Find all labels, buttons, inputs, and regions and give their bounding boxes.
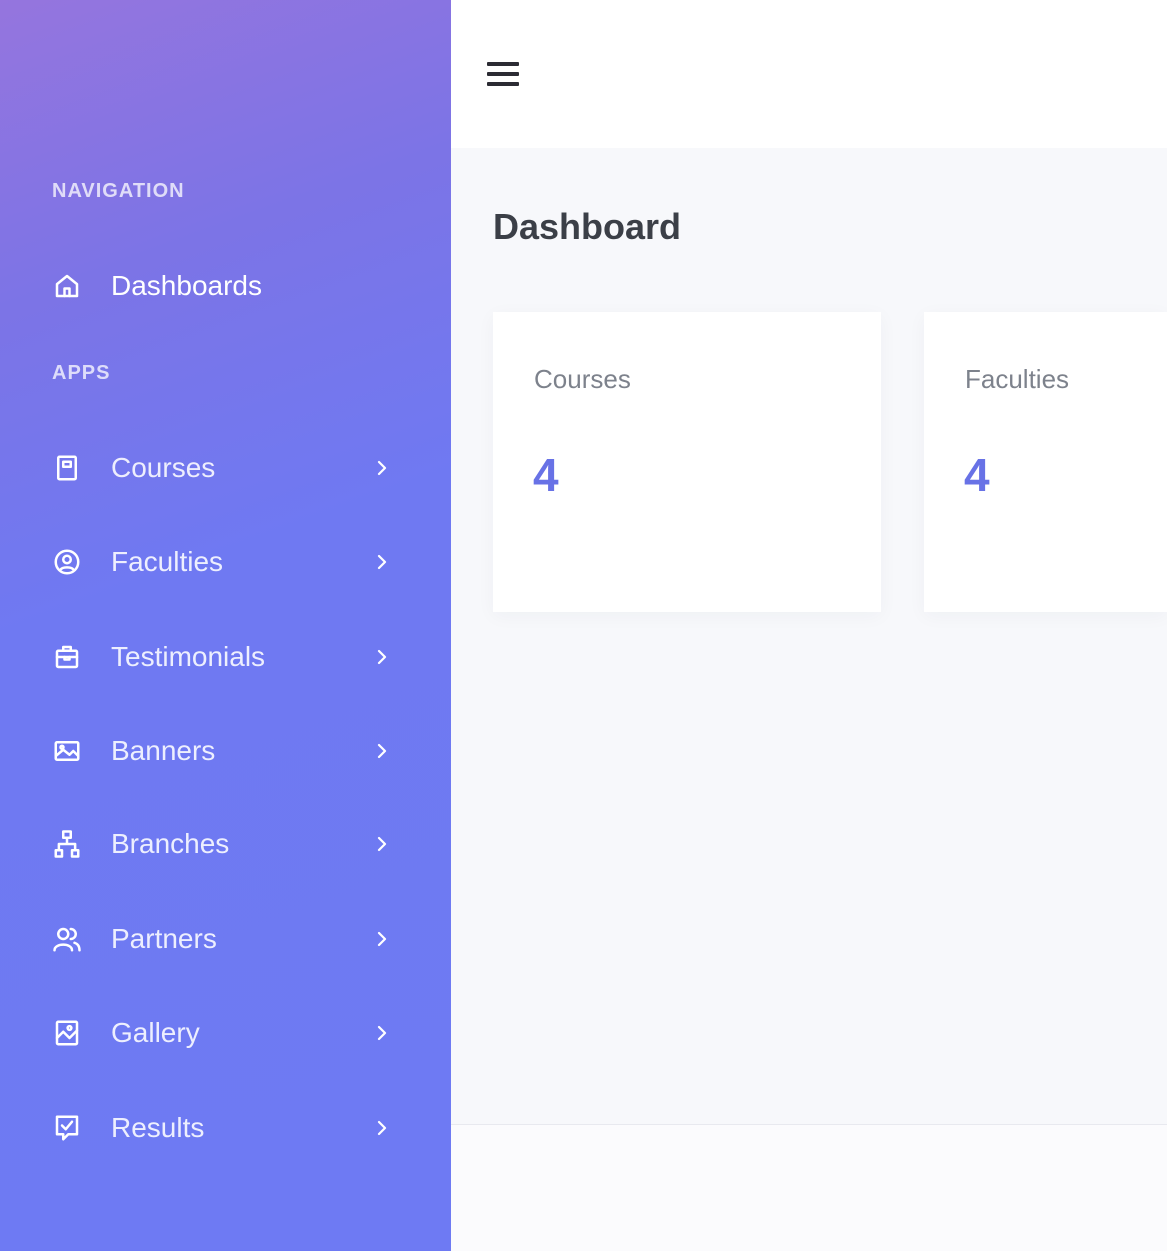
- sidebar-item-gallery[interactable]: Gallery: [0, 1003, 451, 1063]
- sidebar-item-courses[interactable]: Courses: [0, 438, 451, 498]
- sidebar-item-label: Faculties: [111, 546, 224, 577]
- check-square-icon: [50, 1111, 84, 1145]
- sidebar-item-branches[interactable]: Branches: [0, 814, 451, 874]
- sidebar-item-label: Testimonials: [111, 641, 266, 672]
- sidebar: NAVIGATION Dashboards APPS Courses Facul…: [0, 0, 451, 1251]
- chevron-right-icon: [372, 741, 392, 761]
- top-bar: [451, 0, 1167, 148]
- card-value: 4: [964, 449, 990, 501]
- chevron-right-icon: [372, 647, 392, 667]
- book-icon: [50, 451, 84, 485]
- hamburger-icon[interactable]: [487, 60, 521, 90]
- sidebar-item-label: Partners: [111, 923, 217, 954]
- sitemap-icon: [50, 827, 84, 861]
- image-icon: [50, 734, 84, 768]
- sidebar-item-label: Courses: [111, 452, 216, 483]
- chevron-right-icon: [372, 1118, 392, 1138]
- page-title: Dashboard: [493, 206, 682, 247]
- sidebar-item-testimonials[interactable]: Testimonials: [0, 627, 451, 687]
- chevron-right-icon: [372, 1023, 392, 1043]
- sidebar-item-label: Banners: [111, 735, 216, 766]
- sidebar-item-label: Branches: [111, 828, 230, 859]
- sidebar-item-label: Gallery: [111, 1017, 200, 1048]
- footer: [451, 1124, 1167, 1251]
- card-title: Faculties: [965, 364, 1070, 394]
- sidebar-item-partners[interactable]: Partners: [0, 909, 451, 969]
- chevron-right-icon: [372, 834, 392, 854]
- sidebar-item-results[interactable]: Results: [0, 1098, 451, 1158]
- section-label-navigation: NAVIGATION: [52, 180, 185, 202]
- main-content: Dashboard Courses 4 Faculties 4: [451, 148, 1167, 1124]
- sidebar-item-banners[interactable]: Banners: [0, 721, 451, 781]
- gallery-icon: [50, 1016, 84, 1050]
- sidebar-item-label: Dashboards: [111, 270, 262, 301]
- sidebar-item-label: Results: [111, 1112, 205, 1143]
- chevron-right-icon: [372, 929, 392, 949]
- user-circle-icon: [50, 545, 84, 579]
- card-title: Courses: [534, 364, 631, 394]
- stat-card-courses: Courses 4: [493, 312, 881, 612]
- chevron-right-icon: [372, 552, 392, 572]
- card-value: 4: [533, 449, 559, 501]
- section-label-apps: APPS: [52, 362, 111, 384]
- home-icon: [50, 269, 84, 303]
- sidebar-item-dashboards[interactable]: Dashboards: [0, 256, 451, 316]
- sidebar-item-faculties[interactable]: Faculties: [0, 532, 451, 592]
- users-icon: [50, 922, 84, 956]
- briefcase-icon: [50, 640, 84, 674]
- stat-card-faculties: Faculties 4: [924, 312, 1167, 612]
- chevron-right-icon: [372, 458, 392, 478]
